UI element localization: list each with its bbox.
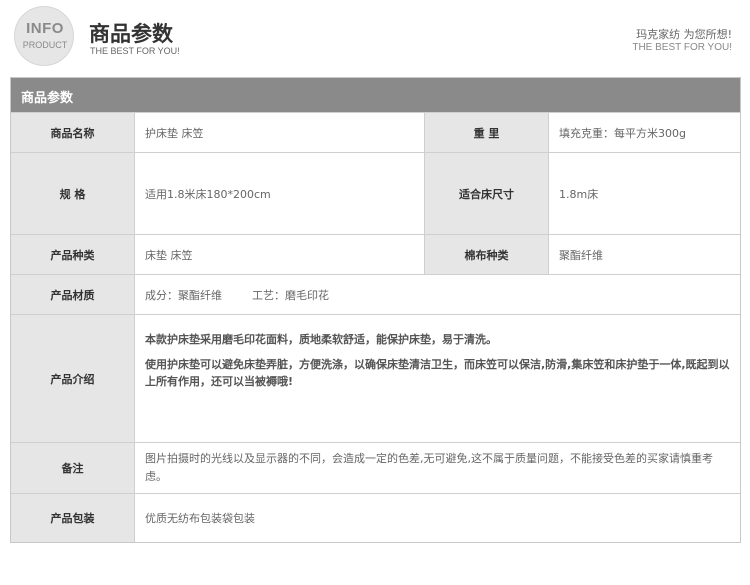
label-spec: 规 格 xyxy=(11,152,135,234)
page-title: 商品参数 xyxy=(89,22,173,46)
section-title-bar: 商品参数 xyxy=(11,78,740,112)
brand-slogan-english: THE BEST FOR YOU! xyxy=(632,42,732,53)
value-product-type: 床垫 床笠 xyxy=(135,234,425,274)
intro-paragraph-2: 使用护床垫可以避免床垫弄脏，方便洗涤，以确保床垫清洁卫生，而床笠可以保洁,防滑,… xyxy=(145,358,730,388)
value-product-name: 护床垫 床笠 xyxy=(135,112,425,152)
label-package: 产品包装 xyxy=(11,493,135,542)
intro-paragraph-1: 本款护床垫采用磨毛印花面料，质地柔软舒适，能保护床垫，易于清洗。 xyxy=(145,333,497,346)
info-product-logo: INFO PRODUCT xyxy=(14,6,74,66)
value-bed-size: 1.8m床 xyxy=(549,152,740,234)
value-fabric-type: 聚酯纤维 xyxy=(549,234,740,274)
value-remark: 图片拍摄时的光线以及显示器的不同，会造成一定的色差,无可避免,这不属于质量问题，… xyxy=(135,442,740,493)
label-remark: 备注 xyxy=(11,442,135,493)
label-fabric-type: 棉布种类 xyxy=(425,234,549,274)
page-subtitle: THE BEST FOR YOU! xyxy=(90,46,180,56)
label-product-name: 商品名称 xyxy=(11,112,135,152)
page-header: INFO PRODUCT 商品参数 THE BEST FOR YOU! 玛克家纺… xyxy=(0,0,750,72)
logo-text-product: PRODUCT xyxy=(22,40,68,50)
value-material-row: 成分：聚酯纤维 工艺：磨毛印花 xyxy=(135,274,740,314)
value-material: 成分：聚酯纤维 xyxy=(145,288,222,302)
value-craft: 工艺：磨毛印花 xyxy=(252,288,329,302)
value-intro: 本款护床垫采用磨毛印花面料，质地柔软舒适，能保护床垫，易于清洗。 使用护床垫可以… xyxy=(135,314,740,442)
product-params-table: 商品参数 商品名称 护床垫 床笠 重 里 填充克重：每平方米300g 规 格 适… xyxy=(10,77,741,543)
value-weight: 填充克重：每平方米300g xyxy=(549,112,740,152)
label-product-type: 产品种类 xyxy=(11,234,135,274)
label-intro: 产品介绍 xyxy=(11,314,135,442)
brand-slogan: 玛克家纺 为您所想! xyxy=(636,28,732,41)
label-bed-size: 适合床尺寸 xyxy=(425,152,549,234)
logo-text-info: INFO xyxy=(26,20,64,37)
label-material: 产品材质 xyxy=(11,274,135,314)
value-spec: 适用1.8米床180*200cm xyxy=(135,152,425,234)
label-weight: 重 里 xyxy=(425,112,549,152)
value-package: 优质无纺布包装袋包装 xyxy=(135,493,740,542)
section-title: 商品参数 xyxy=(21,91,74,106)
